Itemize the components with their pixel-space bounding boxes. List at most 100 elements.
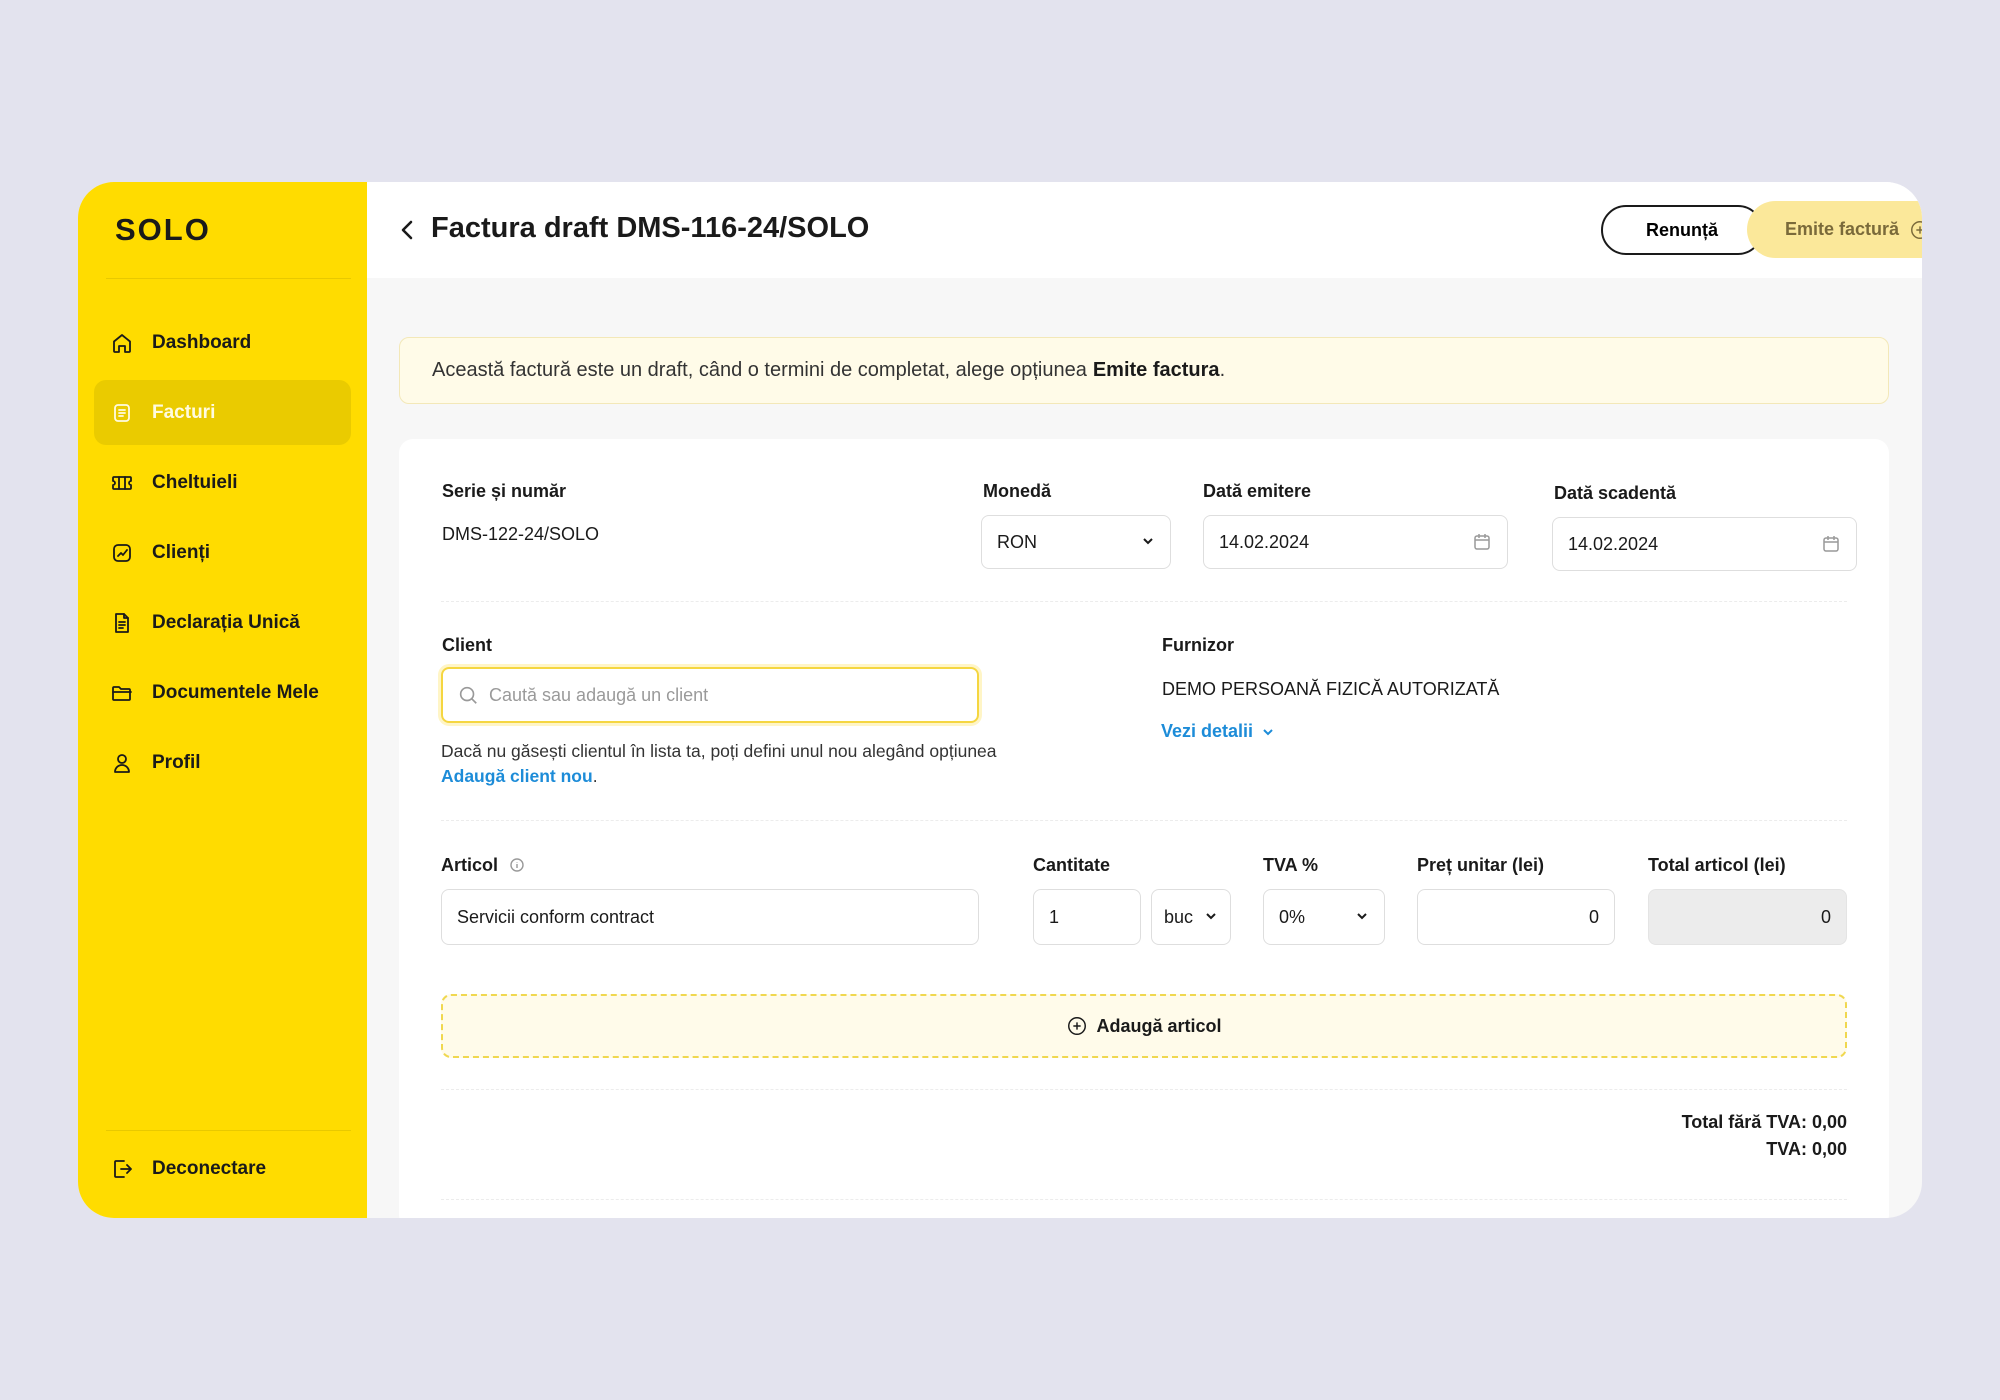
logout-area: Deconectare	[94, 1136, 351, 1206]
due-date-label: Dată scadentă	[1554, 483, 1677, 503]
folder-icon	[110, 681, 134, 705]
client-hint-end: .	[592, 766, 598, 786]
article-label-text: Articol	[441, 855, 499, 875]
issue-date-value: 14.02.2024	[1219, 531, 1310, 552]
vat-label: TVA %	[1263, 855, 1319, 875]
logo: SOLO	[115, 212, 211, 247]
search-icon	[459, 686, 477, 704]
section-divider	[441, 820, 1847, 821]
sidebar-item-label: Profil	[152, 751, 201, 773]
invoice-icon	[110, 401, 134, 425]
vat-value: 0%	[1279, 906, 1306, 927]
add-article-button[interactable]: Adaugă articol	[441, 994, 1847, 1058]
article-total-field: 0	[1648, 889, 1847, 945]
chevron-down-icon	[1204, 907, 1218, 928]
series-value: DMS-122-24/SOLO	[442, 524, 600, 544]
calendar-icon	[1823, 536, 1839, 552]
unit-price-value: 0	[1588, 906, 1599, 927]
sidebar-item-label: Facturi	[152, 401, 216, 423]
totals: Total fără TVA: 0,00 TVA: 0,00	[1682, 1109, 1847, 1163]
section-divider	[441, 1089, 1847, 1090]
plus-circle-icon	[1068, 1017, 1087, 1035]
supplier-value: DEMO PERSOANĂ FIZICĂ AUTORIZATĂ	[1162, 679, 1500, 699]
logout-button[interactable]: Deconectare	[94, 1136, 351, 1201]
unit-value: buc	[1164, 906, 1194, 927]
logout-icon	[110, 1157, 134, 1181]
client-search-field[interactable]	[489, 684, 929, 706]
home-icon	[110, 331, 134, 355]
chevron-down-icon	[1263, 728, 1273, 735]
document-icon	[110, 611, 134, 635]
sidebar-item-label: Cheltuieli	[152, 471, 238, 493]
section-divider	[441, 601, 1847, 602]
chart-icon	[110, 541, 134, 565]
sidebar-divider	[106, 1130, 351, 1131]
invoice-form: Serie și număr DMS-122-24/SOLO Monedă RO…	[399, 439, 1889, 1218]
sidebar-divider	[106, 278, 351, 279]
unit-price-input[interactable]: 0	[1417, 889, 1615, 945]
notice-bold: Emite factura	[1092, 359, 1220, 381]
sidebar-item-label: Clienți	[152, 541, 211, 563]
sidebar: SOLO Dashboard Facturi Cheltuieli Clienț…	[78, 182, 367, 1218]
currency-value: RON	[997, 531, 1037, 552]
chevron-down-icon	[1141, 532, 1155, 553]
emit-invoice-button[interactable]: Emite factură	[1747, 201, 1922, 258]
vat-select[interactable]: 0%	[1263, 889, 1385, 945]
sidebar-item-label: Declarația Unică	[152, 611, 300, 633]
quantity-label: Cantitate	[1033, 855, 1111, 875]
sidebar-item-facturi[interactable]: Facturi	[94, 380, 351, 445]
issue-date-field[interactable]: 14.02.2024	[1203, 515, 1508, 569]
total-without-vat: Total fără TVA: 0,00	[1681, 1112, 1847, 1132]
emit-invoice-label: Emite factură	[1784, 219, 1900, 239]
ticket-icon	[110, 471, 134, 495]
section-divider	[441, 1199, 1847, 1200]
quantity-value: 1	[1049, 906, 1060, 927]
back-button[interactable]	[393, 215, 423, 245]
currency-select[interactable]: RON	[981, 515, 1171, 569]
unit-price-label: Preț unitar (lei)	[1417, 855, 1545, 875]
article-label: Articol	[441, 855, 525, 876]
chevron-down-icon	[1355, 907, 1369, 928]
sidebar-item-profil[interactable]: Profil	[94, 730, 351, 795]
client-label: Client	[442, 635, 493, 655]
add-client-link[interactable]: Adaugă client nou	[441, 766, 593, 786]
client-hint-text: Dacă nu găsești clientul în lista ta, po…	[441, 741, 997, 761]
sidebar-item-label: Dashboard	[152, 331, 252, 353]
supplier-label: Furnizor	[1162, 635, 1234, 655]
supplier-details-link[interactable]: Vezi detalii	[1161, 721, 1275, 742]
client-search-input[interactable]	[441, 667, 979, 723]
cancel-button[interactable]: Renunță	[1601, 205, 1763, 255]
calendar-icon	[1474, 534, 1490, 550]
series-label: Serie și număr	[442, 481, 567, 501]
sidebar-item-label: Documentele Mele	[152, 681, 319, 703]
sidebar-item-declaratia-unica[interactable]: Declarația Unică	[94, 590, 351, 655]
unit-select[interactable]: buc	[1151, 889, 1231, 945]
supplier-details-label: Vezi detalii	[1161, 721, 1254, 741]
notice-text: Această factură este un draft, când o te…	[432, 359, 1087, 381]
notice-end: .	[1219, 359, 1226, 381]
quantity-input[interactable]: 1	[1033, 889, 1141, 945]
add-article-label: Adaugă articol	[1096, 1015, 1222, 1036]
sidebar-nav: Dashboard Facturi Cheltuieli Clienți Dec…	[94, 310, 351, 800]
article-total-label: Total articol (lei)	[1648, 855, 1786, 875]
client-hint: Dacă nu găsești clientul în lista ta, po…	[441, 739, 1001, 789]
article-input[interactable]: Servicii conform contract	[441, 889, 979, 945]
chevron-left-icon	[401, 220, 413, 240]
app-window: SOLO Dashboard Facturi Cheltuieli Clienț…	[78, 182, 1922, 1218]
main-content: Factura draft DMS-116-24/SOLO Renunță Em…	[367, 182, 1922, 1218]
user-icon	[110, 751, 134, 775]
due-date-field[interactable]: 14.02.2024	[1552, 517, 1857, 571]
issue-date-label: Dată emitere	[1203, 481, 1312, 501]
due-date-value: 14.02.2024	[1568, 533, 1659, 554]
page-title: Factura draft DMS-116-24/SOLO	[431, 212, 870, 244]
currency-label: Monedă	[983, 481, 1052, 501]
sidebar-item-dashboard[interactable]: Dashboard	[94, 310, 351, 375]
sidebar-item-documentele-mele[interactable]: Documentele Mele	[94, 660, 351, 725]
logout-label: Deconectare	[152, 1157, 267, 1179]
plus-circle-icon	[1911, 220, 1922, 239]
sidebar-item-clienti[interactable]: Clienți	[94, 520, 351, 585]
article-value: Servicii conform contract	[457, 906, 655, 927]
info-icon[interactable]	[509, 857, 525, 873]
draft-notice: Această factură este un draft, când o te…	[399, 337, 1889, 404]
sidebar-item-cheltuieli[interactable]: Cheltuieli	[94, 450, 351, 515]
